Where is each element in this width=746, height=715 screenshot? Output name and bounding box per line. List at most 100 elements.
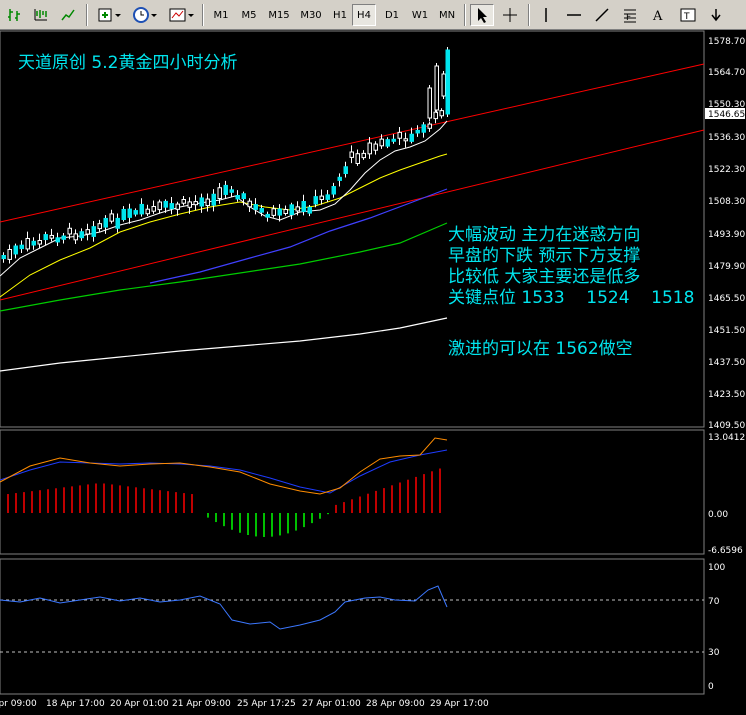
candle bbox=[337, 176, 342, 181]
candle bbox=[193, 201, 198, 206]
candle bbox=[31, 240, 36, 246]
annotation-line-3: 比较低 大家主要还是低多 bbox=[448, 267, 640, 287]
price-tick: 1451.50 bbox=[708, 326, 745, 336]
candle bbox=[199, 197, 204, 207]
candle bbox=[19, 244, 24, 250]
fibonacci-icon[interactable]: F bbox=[618, 4, 642, 26]
candle bbox=[97, 223, 102, 230]
candle bbox=[157, 201, 162, 211]
time-tick: 27 Apr 01:00 bbox=[302, 699, 361, 709]
candle bbox=[373, 143, 378, 151]
timeframe-m30-button[interactable]: M30 bbox=[296, 4, 326, 26]
macd-main-line bbox=[0, 437, 448, 495]
macd-tick: 0.00 bbox=[708, 510, 728, 520]
cursor-icon[interactable] bbox=[470, 4, 494, 26]
time-tick: 25 Apr 17:25 bbox=[237, 699, 296, 709]
horizontal-line-icon[interactable] bbox=[562, 4, 586, 26]
crosshair-icon[interactable] bbox=[498, 4, 522, 26]
price-axis: 1578.70 1564.70 1550.30 1536.30 1522.30 … bbox=[705, 37, 745, 431]
candle bbox=[13, 245, 18, 255]
candle bbox=[115, 217, 120, 229]
price-tick: 1409.50 bbox=[708, 421, 745, 431]
arrow-icon[interactable] bbox=[704, 4, 728, 26]
macd-frame bbox=[0, 429, 705, 555]
price-tick: 1465.50 bbox=[708, 294, 745, 304]
ma-slow-line bbox=[0, 317, 448, 372]
candle bbox=[301, 201, 306, 212]
candle bbox=[1, 255, 6, 260]
time-tick: 18 Apr 17:00 bbox=[46, 699, 105, 709]
line-chart-icon[interactable] bbox=[58, 4, 80, 26]
price-chart[interactable]: 天道原创 5.2黄金四小时分析 大幅波动 主力在迷惑方向 早盘的下跌 预示下方支… bbox=[0, 30, 746, 715]
candle bbox=[217, 187, 222, 199]
bar-chart-icon[interactable] bbox=[4, 4, 26, 26]
time-tick: 17 Apr 09:00 bbox=[0, 699, 37, 709]
annotation-line-2: 早盘的下跌 预示下方支撑 bbox=[448, 246, 640, 266]
candle bbox=[441, 73, 446, 97]
text-tool-icon[interactable]: A bbox=[646, 4, 670, 26]
candle bbox=[445, 49, 450, 115]
candle bbox=[133, 210, 138, 215]
candle bbox=[403, 138, 408, 142]
candle bbox=[271, 208, 276, 216]
text-label-icon[interactable]: T bbox=[676, 4, 700, 26]
price-tick: 1522.30 bbox=[708, 165, 745, 175]
price-tick: 1437.50 bbox=[708, 358, 745, 368]
candle bbox=[325, 194, 330, 200]
candle bbox=[415, 129, 420, 134]
candle bbox=[55, 237, 60, 243]
candle bbox=[355, 153, 360, 164]
svg-text:F: F bbox=[626, 13, 631, 23]
timeframe-m1-button[interactable]: M1 bbox=[208, 4, 234, 26]
candle bbox=[247, 200, 252, 208]
trendline-icon[interactable] bbox=[590, 4, 614, 26]
candle bbox=[385, 139, 390, 147]
timeframe-h1-button[interactable]: H1 bbox=[328, 4, 352, 26]
candle bbox=[343, 166, 348, 175]
upper-channel-line[interactable] bbox=[0, 63, 705, 223]
svg-text:A: A bbox=[652, 9, 663, 24]
rsi-line bbox=[0, 585, 448, 630]
zoom-in-icon[interactable] bbox=[94, 4, 124, 26]
candle bbox=[313, 196, 318, 205]
candle bbox=[205, 198, 210, 207]
price-tick: 1508.30 bbox=[708, 197, 745, 207]
timeframe-d1-button[interactable]: D1 bbox=[380, 4, 404, 26]
candle bbox=[67, 227, 72, 235]
candle bbox=[49, 234, 54, 239]
clock-icon[interactable] bbox=[130, 4, 160, 26]
template-icon[interactable] bbox=[166, 4, 196, 26]
candle bbox=[187, 201, 192, 208]
macd-signal-line bbox=[0, 449, 448, 494]
timeframe-m5-button[interactable]: M5 bbox=[236, 4, 262, 26]
candle bbox=[7, 248, 12, 260]
time-tick: 20 Apr 01:00 bbox=[110, 699, 169, 709]
bar-chart-alt-icon[interactable] bbox=[30, 4, 52, 26]
candle bbox=[421, 124, 426, 133]
candle bbox=[259, 208, 264, 213]
candle bbox=[229, 189, 234, 193]
candle bbox=[434, 65, 439, 111]
rsi-tick: 0 bbox=[708, 682, 714, 692]
candle bbox=[391, 138, 396, 142]
price-tick: 1564.70 bbox=[708, 68, 745, 78]
timeframe-mn-button[interactable]: MN bbox=[434, 4, 460, 26]
candlesticks[interactable] bbox=[1, 47, 450, 264]
candle bbox=[73, 233, 78, 241]
candle bbox=[427, 123, 432, 129]
candle bbox=[289, 204, 294, 216]
chart-title: 天道原创 5.2黄金四小时分析 bbox=[18, 53, 237, 73]
timeframe-m15-button[interactable]: M15 bbox=[264, 4, 294, 26]
time-tick: 21 Apr 09:00 bbox=[172, 699, 231, 709]
candle bbox=[307, 206, 312, 214]
candle bbox=[43, 234, 48, 241]
time-tick: 28 Apr 09:00 bbox=[366, 699, 425, 709]
candle bbox=[139, 203, 144, 215]
timeframe-h4-button[interactable]: H4 bbox=[352, 4, 376, 26]
candle bbox=[79, 231, 84, 239]
vertical-line-icon[interactable] bbox=[534, 4, 558, 26]
price-tick: 1536.30 bbox=[708, 133, 745, 143]
candle bbox=[331, 186, 336, 195]
candle bbox=[211, 193, 216, 206]
timeframe-w1-button[interactable]: W1 bbox=[408, 4, 432, 26]
